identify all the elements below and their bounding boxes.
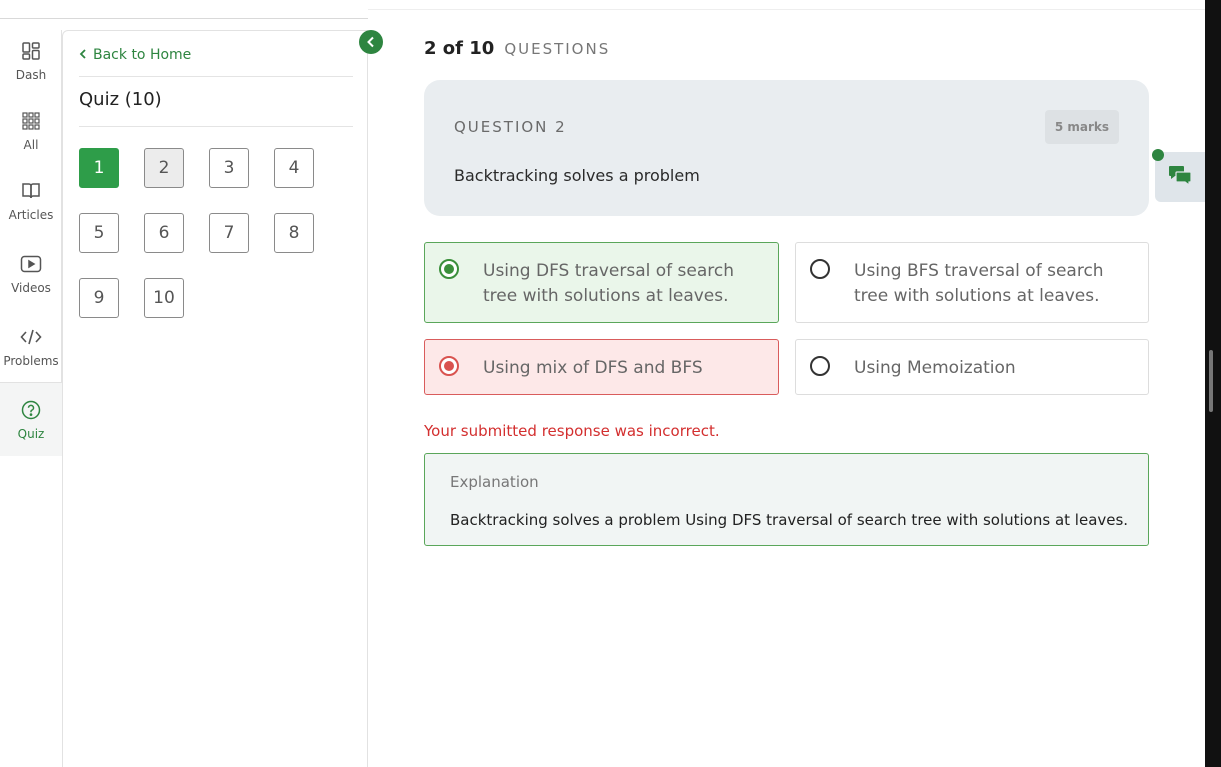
option-1[interactable]: Using DFS traversal of search tree with …: [424, 242, 779, 323]
question-progress: 2 of 10 QUESTIONS: [424, 38, 610, 59]
rail-item-articles[interactable]: Articles: [0, 180, 62, 250]
progress-label: QUESTIONS: [504, 40, 611, 58]
divider: [79, 76, 353, 77]
radio-icon: [810, 356, 830, 376]
radio-icon: [810, 259, 830, 279]
question-button-3[interactable]: 3: [209, 148, 249, 188]
divider: [0, 18, 368, 19]
chat-button[interactable]: [1155, 152, 1205, 202]
scrollbar[interactable]: [1205, 0, 1221, 767]
rail-item-all[interactable]: All: [0, 110, 62, 180]
rail-item-quiz[interactable]: Quiz: [0, 382, 62, 456]
rail-item-label: All: [23, 138, 39, 152]
explanation-box: Explanation Backtracking solves a proble…: [424, 453, 1149, 546]
rail-item-label: Quiz: [17, 427, 45, 441]
question-button-7[interactable]: 7: [209, 213, 249, 253]
question-card: QUESTION 2 5 marks Backtracking solves a…: [424, 80, 1149, 216]
rail-item-label: Articles: [8, 208, 54, 222]
radio-selected-icon: [439, 356, 459, 376]
book-icon: [20, 180, 42, 202]
marks-badge: 5 marks: [1044, 110, 1119, 144]
chat-icon: [1168, 164, 1192, 190]
option-text: Using BFS traversal of search tree with …: [854, 261, 1104, 306]
left-rail: Dash All Articles Videos Problems Quiz: [0, 30, 62, 456]
collapse-panel-button[interactable]: [359, 30, 383, 54]
progress-count: 2 of 10: [424, 38, 495, 59]
quiz-panel: Back to Home Quiz (10) 1 2 3 4 5 6 7 8 9…: [62, 30, 368, 767]
panel-title: Quiz (10): [79, 89, 162, 110]
chevron-left-icon: [79, 47, 87, 63]
rail-item-label: Videos: [11, 281, 51, 295]
option-text: Using mix of DFS and BFS: [483, 358, 703, 378]
question-text: Backtracking solves a problem: [454, 166, 700, 185]
question-button-10[interactable]: 10: [144, 278, 184, 318]
back-to-home-link[interactable]: Back to Home: [79, 47, 191, 63]
option-2[interactable]: Using BFS traversal of search tree with …: [795, 242, 1149, 323]
radio-selected-icon: [439, 259, 459, 279]
question-button-1[interactable]: 1: [79, 148, 119, 188]
scrollbar-thumb[interactable]: [1209, 350, 1213, 412]
divider: [79, 126, 353, 127]
rail-item-label: Dash: [15, 68, 47, 82]
question-button-5[interactable]: 5: [79, 213, 119, 253]
back-link-label: Back to Home: [93, 47, 192, 63]
question-icon: [20, 399, 42, 421]
option-text: Using Memoization: [854, 358, 1016, 378]
rail-item-dash[interactable]: Dash: [0, 40, 62, 110]
result-message: Your submitted response was incorrect.: [424, 422, 720, 440]
option-text: Using DFS traversal of search tree with …: [483, 261, 734, 306]
explanation-text: Backtracking solves a problem Using DFS …: [450, 511, 1129, 529]
play-icon: [20, 253, 42, 275]
question-button-2[interactable]: 2: [144, 148, 184, 188]
grid-icon: [20, 110, 42, 132]
explanation-title: Explanation: [450, 473, 539, 491]
chevron-left-icon: [366, 33, 376, 52]
question-button-6[interactable]: 6: [144, 213, 184, 253]
question-button-4[interactable]: 4: [274, 148, 314, 188]
question-label: QUESTION 2: [454, 118, 567, 136]
top-bar: [368, 0, 1205, 10]
code-icon: [20, 326, 42, 348]
option-3[interactable]: Using mix of DFS and BFS: [424, 339, 779, 395]
dashboard-icon: [20, 40, 42, 62]
rail-item-label: Problems: [3, 354, 59, 368]
online-indicator: [1152, 149, 1164, 161]
question-button-9[interactable]: 9: [79, 278, 119, 318]
option-4[interactable]: Using Memoization: [795, 339, 1149, 395]
question-button-8[interactable]: 8: [274, 213, 314, 253]
rail-item-videos[interactable]: Videos: [0, 253, 62, 323]
